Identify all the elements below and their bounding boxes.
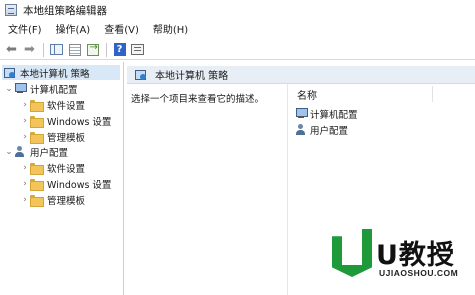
tree-item-computer-software-settings[interactable]: › 软件设置 (20, 97, 85, 112)
watermark-logo: U教授 UJIAOSHOU.COM (324, 221, 475, 295)
tree-item-label: 软件设置 (47, 100, 86, 112)
computer-icon (295, 108, 308, 119)
folder-icon (30, 99, 44, 112)
user-icon (295, 123, 307, 136)
toolbar-separator (106, 42, 107, 57)
menu-help[interactable]: 帮助(H) (145, 21, 194, 40)
export-list-button[interactable] (84, 42, 101, 58)
properties-button[interactable] (66, 42, 83, 58)
chevron-right-icon[interactable]: › (20, 195, 30, 205)
chevron-down-icon[interactable]: ⌄ (4, 84, 14, 94)
tree-item-root[interactable]: 本地计算机 策略 (2, 65, 120, 80)
window-title: 本地组策略编辑器 (23, 4, 107, 17)
chevron-down-icon[interactable]: ⌄ (4, 147, 14, 157)
tree-item-label: 计算机配置 (30, 84, 78, 96)
menu-action[interactable]: 操作(A) (48, 21, 97, 40)
policy-editor-app-icon (5, 4, 17, 16)
chevron-right-icon[interactable]: › (20, 179, 30, 189)
policy-icon (135, 69, 147, 81)
windows-logo-icon (345, 241, 359, 255)
help-button[interactable]: ? (111, 42, 128, 58)
policy-icon (4, 67, 16, 79)
tree-item-label: 管理模板 (47, 132, 86, 144)
show-hide-tree-button[interactable] (48, 42, 65, 58)
tree-item-user-admin-templates[interactable]: › 管理模板 (20, 192, 85, 207)
chevron-right-icon[interactable]: › (20, 132, 30, 142)
tree-item-label: 本地计算机 策略 (20, 68, 90, 80)
list-item-label: 用户配置 (310, 125, 349, 137)
tree-item-label: 管理模板 (47, 195, 86, 207)
folder-icon (30, 178, 44, 191)
help-icon: ? (113, 43, 126, 56)
description-text: 选择一个项目来查看它的描述。 (131, 94, 265, 105)
details-header-title: 本地计算机 策略 (155, 71, 229, 82)
title-bar: 本地组策略编辑器 (0, 0, 475, 20)
folder-icon (30, 194, 44, 207)
tree-item-computer-config[interactable]: ⌄ 计算机配置 (4, 81, 78, 96)
tree-item-user-windows-settings[interactable]: › Windows 设置 (20, 176, 111, 191)
tree-item-user-config[interactable]: ⌄ 用户配置 (4, 144, 68, 159)
back-button[interactable]: ⬅ (3, 42, 20, 58)
watermark-brand: U教授 (376, 240, 455, 271)
list-item-computer-config[interactable]: 计算机配置 (295, 106, 358, 121)
toolbar: ⬅ ➡ ? (0, 40, 475, 60)
details-header: 本地计算机 策略 (127, 66, 475, 84)
toolbar-separator (43, 42, 44, 57)
tree-pane[interactable]: 本地计算机 策略 ⌄ 计算机配置 › 软件设置 › Windows 设置 › 管… (0, 62, 124, 295)
folder-icon (30, 162, 44, 175)
column-header-name[interactable]: 名称 (293, 86, 433, 102)
tree-item-label: 用户配置 (30, 147, 69, 159)
tree-item-computer-admin-templates[interactable]: › 管理模板 (20, 129, 85, 144)
tree-item-user-software-settings[interactable]: › 软件设置 (20, 160, 85, 175)
user-icon (14, 145, 26, 158)
menu-file[interactable]: 文件(F) (0, 21, 48, 40)
pane-divider (287, 82, 288, 295)
chevron-right-icon[interactable]: › (20, 116, 30, 126)
menu-bar: 文件(F) 操作(A) 查看(V) 帮助(H) (0, 21, 475, 40)
tree-item-label: 软件设置 (47, 163, 86, 175)
menu-view[interactable]: 查看(V) (96, 21, 145, 40)
watermark-url: UJIAOSHOU.COM (379, 268, 459, 278)
list-item-user-config[interactable]: 用户配置 (295, 122, 348, 137)
folder-icon (30, 115, 44, 128)
computer-icon (14, 83, 27, 94)
list-item-label: 计算机配置 (310, 109, 358, 121)
folder-icon (30, 131, 44, 144)
show-hide-tree-icon (50, 44, 63, 55)
export-list-icon (86, 42, 99, 56)
tree-item-computer-windows-settings[interactable]: › Windows 设置 (20, 113, 111, 128)
chevron-right-icon[interactable]: › (20, 163, 30, 173)
chevron-right-icon[interactable]: › (20, 100, 30, 110)
tree-item-label: Windows 设置 (47, 116, 112, 128)
tree-item-label: Windows 设置 (47, 179, 112, 191)
properties-list-icon (68, 43, 81, 56)
back-arrow-icon: ⬅ (6, 42, 17, 57)
view-icon (131, 44, 144, 55)
forward-button[interactable]: ➡ (21, 42, 38, 58)
view-button[interactable] (129, 42, 146, 58)
forward-arrow-icon: ➡ (24, 42, 35, 57)
